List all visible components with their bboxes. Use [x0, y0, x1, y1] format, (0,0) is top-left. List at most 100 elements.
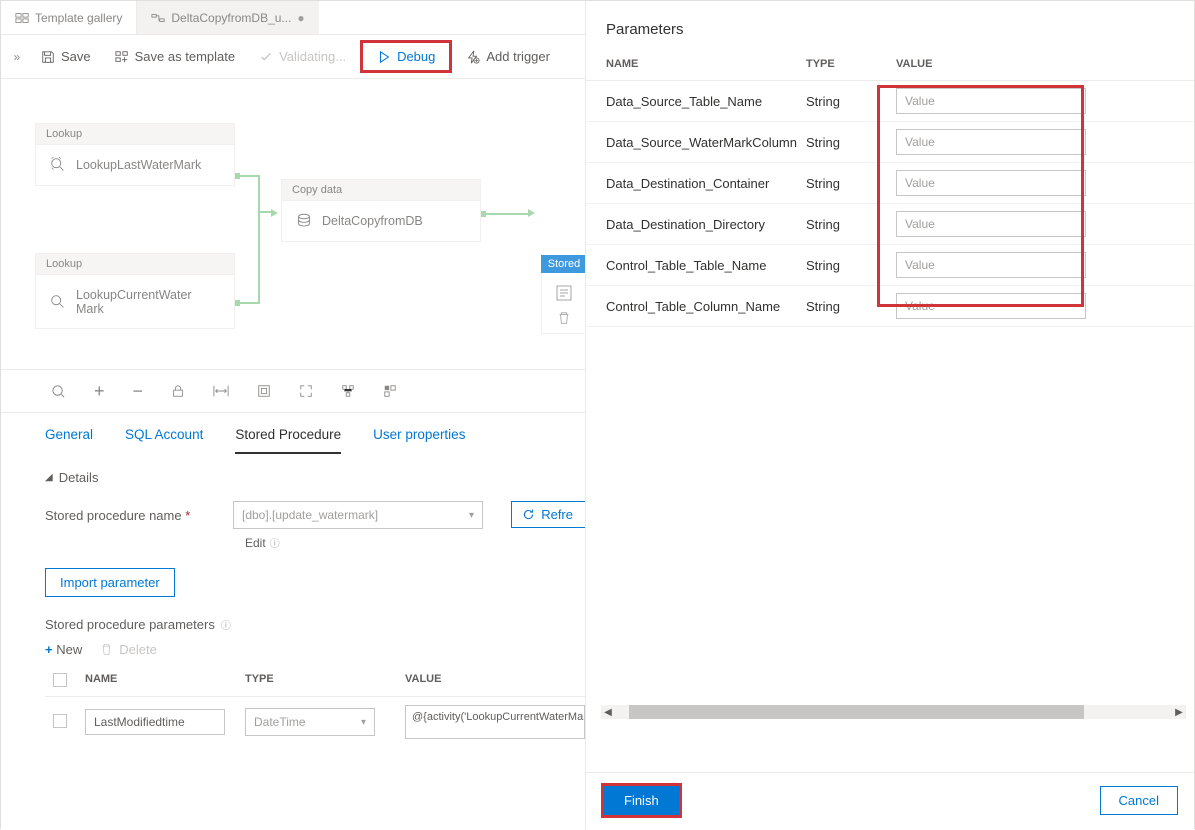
info-icon: ⓘ	[221, 617, 231, 632]
details-header[interactable]: ◢ Details	[45, 470, 585, 485]
row-checkbox[interactable]	[53, 714, 67, 728]
connector-line	[258, 213, 260, 304]
param-type-select[interactable]: DateTime ▾	[245, 708, 375, 736]
expand-icon[interactable]	[299, 384, 313, 398]
param-name: Data_Source_WaterMarkColumn	[606, 135, 806, 150]
finish-button[interactable]: Finish	[604, 786, 679, 815]
chevron-down-icon: ▾	[469, 510, 474, 521]
fit-width-icon[interactable]	[213, 384, 229, 398]
param-name: Data_Destination_Directory	[606, 217, 806, 232]
new-param-button[interactable]: + New	[45, 642, 82, 657]
canvas-toolbar: + −	[1, 369, 585, 413]
organize-icon[interactable]	[341, 384, 355, 398]
database-icon	[294, 211, 314, 231]
activity-lookup-last[interactable]: Lookup LookupLastWaterMark	[35, 123, 235, 186]
details-label: Details	[59, 470, 99, 485]
save-button[interactable]: Save	[31, 45, 101, 68]
col-type: TYPE	[245, 673, 405, 690]
tab-user-properties[interactable]: User properties	[373, 427, 465, 454]
new-label: New	[56, 642, 82, 657]
panel-footer: Finish Cancel	[585, 772, 1194, 828]
param-value-input[interactable]	[896, 252, 1086, 278]
param-row: Control_Table_Table_NameString	[586, 245, 1194, 286]
refresh-button[interactable]: Refre	[511, 501, 585, 528]
debug-label: Debug	[397, 49, 435, 64]
refresh-label: Refre	[541, 507, 573, 522]
tab-template-gallery[interactable]: Template gallery	[1, 1, 137, 34]
script-icon	[554, 283, 574, 303]
delete-icon[interactable]	[557, 311, 571, 325]
param-type: String	[806, 135, 896, 150]
param-value-input[interactable]	[896, 211, 1086, 237]
trash-icon	[100, 643, 113, 656]
param-grid-row: DateTime ▾ @{activity('LookupCurrentWate…	[45, 697, 585, 747]
tab-general[interactable]: General	[45, 427, 93, 454]
scroll-right-icon[interactable]: ▶	[1172, 707, 1186, 718]
param-row: Data_Destination_ContainerString	[586, 163, 1194, 204]
zoom-out-icon[interactable]: −	[133, 382, 144, 400]
tab-current-pipeline[interactable]: DeltaCopyfromDB_u... ●	[137, 1, 318, 34]
activity-stored-procedure[interactable]: Stored	[541, 255, 587, 334]
param-name-input[interactable]	[85, 709, 225, 735]
import-parameter-button[interactable]: Import parameter	[45, 568, 175, 597]
pipeline-canvas[interactable]: Lookup LookupLastWaterMark Lookup Lookup…	[1, 79, 585, 369]
activity-type-label: Stored	[541, 255, 587, 273]
tab-stored-procedure[interactable]: Stored Procedure	[235, 427, 341, 454]
sp-name-select[interactable]: [dbo].[update_watermark] ▾	[233, 501, 483, 529]
finish-highlight: Finish	[601, 783, 682, 818]
activity-type-label: Lookup	[35, 123, 235, 145]
delete-param-button: Delete	[100, 642, 157, 657]
save-as-template-button[interactable]: Save as template	[105, 45, 245, 68]
add-trigger-button[interactable]: Add trigger	[456, 45, 560, 68]
lookup-icon	[48, 155, 68, 175]
scrollbar-thumb[interactable]	[629, 705, 1084, 719]
param-row: Data_Destination_DirectoryString	[586, 204, 1194, 245]
zoom-search-icon[interactable]	[51, 384, 66, 399]
chevron-down-icon: ▾	[361, 717, 366, 728]
debug-button[interactable]: Debug	[360, 40, 452, 73]
expand-toggle-icon[interactable]: »	[7, 50, 27, 64]
layout-icon[interactable]	[383, 384, 397, 398]
param-value-input[interactable]	[896, 88, 1086, 114]
validating-status: Validating...	[249, 45, 356, 68]
activity-type-label: Copy data	[281, 179, 481, 201]
trigger-icon	[466, 50, 480, 64]
fit-screen-icon[interactable]	[257, 384, 271, 398]
delete-label: Delete	[119, 642, 157, 657]
connector-line	[486, 213, 530, 215]
tab-sql-account[interactable]: SQL Account	[125, 427, 203, 454]
param-table-header: NAME TYPE VALUE	[586, 44, 1194, 81]
lock-icon[interactable]	[171, 384, 185, 398]
connector-line	[240, 175, 260, 177]
pipeline-toolbar: » Save Save as template Validating... De…	[1, 35, 585, 79]
connector-line	[258, 175, 260, 213]
param-grid-header: NAME TYPE VALUE	[45, 667, 585, 697]
edit-link[interactable]: Edit	[245, 536, 266, 550]
play-icon	[377, 50, 391, 64]
param-type: String	[806, 176, 896, 191]
stored-procedure-panel: ◢ Details Stored procedure name [dbo].[u…	[1, 454, 585, 747]
param-value-input[interactable]	[896, 170, 1086, 196]
sp-name-value: [dbo].[update_watermark]	[242, 508, 378, 522]
scroll-left-icon[interactable]: ◀	[601, 707, 615, 718]
select-all-checkbox[interactable]	[53, 673, 67, 687]
col-value: VALUE	[405, 673, 565, 690]
col-name: NAME	[606, 58, 806, 70]
zoom-in-icon[interactable]: +	[94, 382, 105, 400]
param-name: Control_Table_Table_Name	[606, 258, 806, 273]
activity-copy-data[interactable]: Copy data DeltaCopyfromDB	[281, 179, 481, 242]
connector-arrow-icon	[271, 209, 278, 217]
horizontal-scrollbar[interactable]: ◀ ▶	[601, 705, 1186, 719]
activity-lookup-current[interactable]: Lookup LookupCurrentWater Mark	[35, 253, 235, 329]
cancel-button[interactable]: Cancel	[1100, 786, 1178, 815]
param-row: Data_Source_WaterMarkColumnString	[586, 122, 1194, 163]
save-icon	[41, 50, 55, 64]
param-value-input[interactable]	[896, 129, 1086, 155]
col-name: NAME	[85, 673, 245, 690]
activity-name: LookupCurrentWater Mark	[76, 288, 192, 316]
param-value-input[interactable]	[896, 293, 1086, 319]
param-row: Control_Table_Column_NameString	[586, 286, 1194, 327]
param-type: String	[806, 299, 896, 314]
param-value-input[interactable]: @{activity('LookupCurrentWaterMark').out…	[405, 705, 585, 739]
editor-tabs: Template gallery DeltaCopyfromDB_u... ●	[1, 1, 585, 35]
